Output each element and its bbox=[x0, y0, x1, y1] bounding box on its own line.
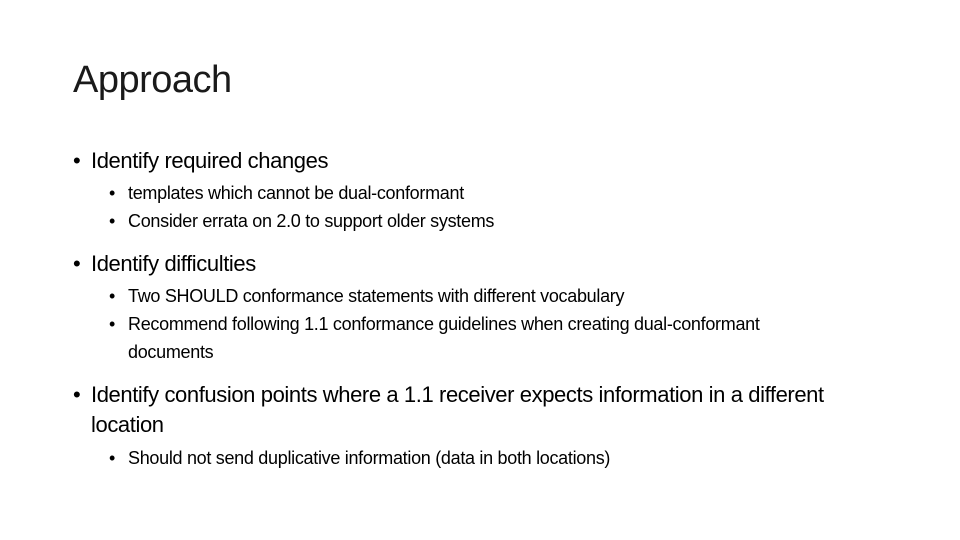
bullet-level2: • Two SHOULD conformance statements with… bbox=[73, 282, 893, 310]
bullet-level1: • Identify required changes bbox=[73, 146, 893, 175]
slide-body: • Identify required changes • templates … bbox=[73, 146, 893, 482]
section-confusion-points: • Identify confusion points where a 1.1 … bbox=[73, 380, 893, 472]
section-difficulties: • Identify difficulties • Two SHOULD con… bbox=[73, 249, 893, 366]
bullet-text: Recommend following 1.1 conformance guid… bbox=[128, 314, 760, 362]
bullet-level1: • Identify confusion points where a 1.1 … bbox=[73, 380, 881, 440]
section-required-changes: • Identify required changes • templates … bbox=[73, 146, 893, 235]
bullet-level1: • Identify difficulties bbox=[73, 249, 893, 278]
section-heading: Identify difficulties bbox=[91, 251, 256, 276]
bullet-icon: • bbox=[109, 314, 116, 334]
bullet-text: Consider errata on 2.0 to support older … bbox=[128, 211, 495, 231]
slide-title: Approach bbox=[73, 59, 232, 101]
bullet-text: Should not send duplicative information … bbox=[128, 448, 611, 468]
bullet-level2: • Should not send duplicative informatio… bbox=[73, 444, 893, 472]
bullet-level2: • Recommend following 1.1 conformance gu… bbox=[73, 310, 828, 366]
bullet-icon: • bbox=[73, 251, 81, 276]
bullet-icon: • bbox=[73, 148, 81, 173]
section-heading: Identify required changes bbox=[91, 148, 329, 173]
bullet-icon: • bbox=[109, 448, 116, 468]
bullet-icon: • bbox=[73, 382, 81, 407]
bullet-icon: • bbox=[109, 183, 116, 203]
bullet-icon: • bbox=[109, 211, 116, 231]
bullet-icon: • bbox=[109, 286, 116, 306]
bullet-level2: • templates which cannot be dual-conform… bbox=[73, 179, 893, 207]
bullet-text: templates which cannot be dual-conforman… bbox=[128, 183, 464, 203]
bullet-text: Two SHOULD conformance statements with d… bbox=[128, 286, 625, 306]
section-heading: Identify confusion points where a 1.1 re… bbox=[91, 382, 824, 437]
slide: Approach • Identify required changes • t… bbox=[0, 0, 960, 540]
bullet-level2: • Consider errata on 2.0 to support olde… bbox=[73, 207, 893, 235]
